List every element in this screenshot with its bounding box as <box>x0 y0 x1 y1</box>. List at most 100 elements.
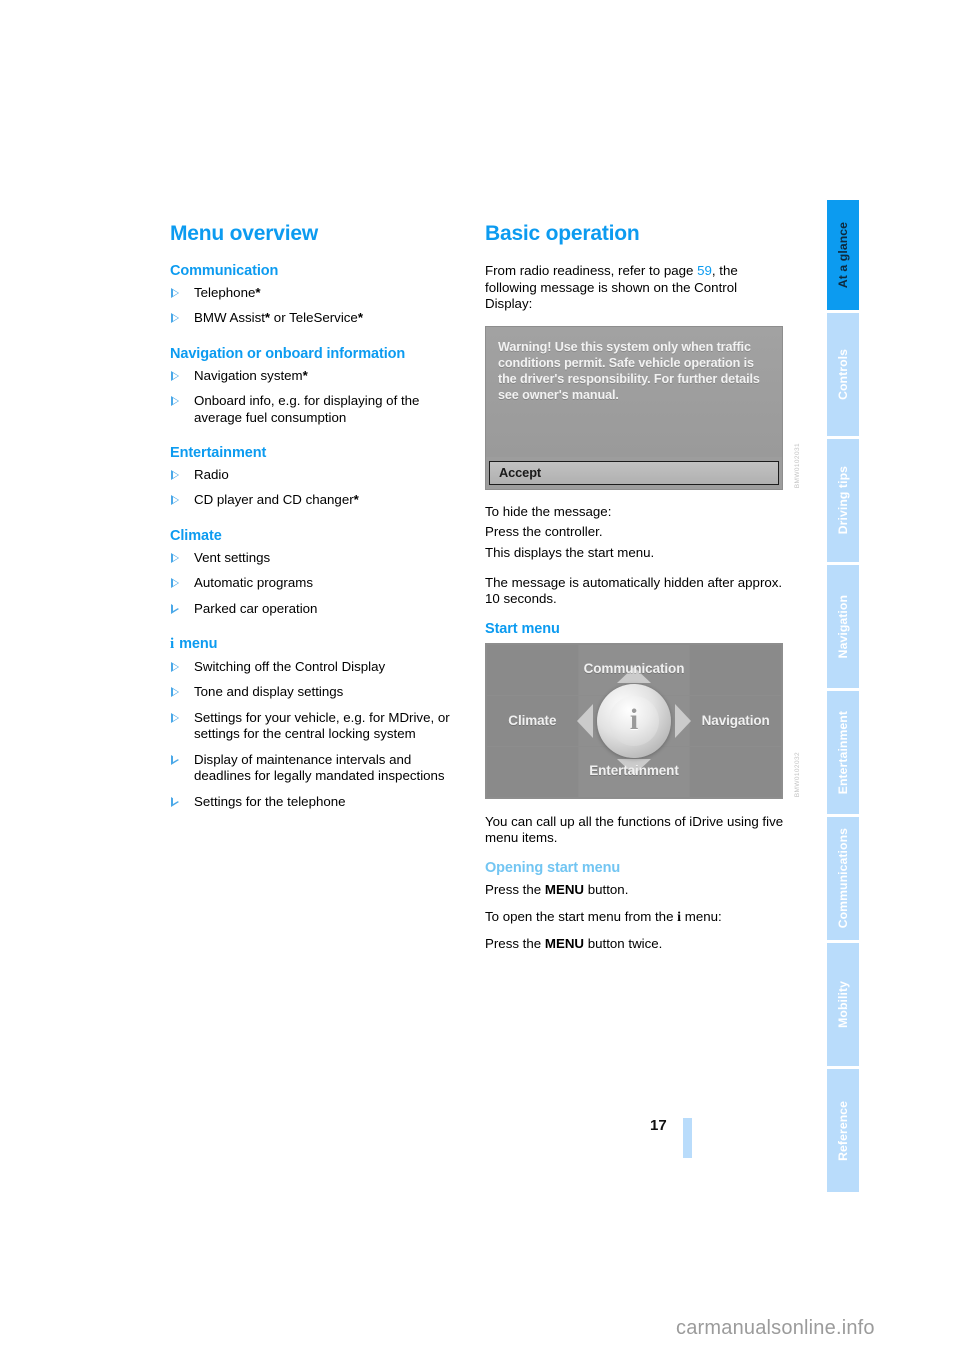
list-item: Radio <box>170 467 470 483</box>
list-item: Settings for your vehicle, e.g. for MDri… <box>170 710 470 743</box>
sidebar-tab-communications[interactable]: Communications <box>827 817 859 940</box>
opening-line-1: Press the MENU button. <box>485 882 785 899</box>
list-item: Navigation system* <box>170 368 470 384</box>
list-item-label: Display of maintenance intervals and dea… <box>194 751 445 784</box>
bullet-list: Switching off the Control Display Tone a… <box>170 659 470 810</box>
sidebar-tab-label: Driving tips <box>836 466 850 535</box>
group-heading-label: menu <box>179 636 218 653</box>
group-heading-i-menu: i menu <box>170 636 470 653</box>
sidebar-tab-label: Navigation <box>836 594 850 659</box>
group-communication: Communication Telephone* BMW Assist* or … <box>170 263 470 327</box>
triangle-bullet-icon <box>171 370 179 381</box>
opening-line-2-before: To open the start menu from the <box>485 908 678 924</box>
list-item-label: Radio <box>194 467 229 483</box>
sidebar-tab-label: Entertainment <box>836 710 850 795</box>
page-title: Menu overview <box>170 222 318 245</box>
group-i-menu: i menu Switching off the Control Display… <box>170 636 470 810</box>
list-item: Telephone* <box>170 285 470 301</box>
start-menu-item-communication[interactable]: Communication <box>578 644 690 695</box>
start-menu-item-navigation[interactable]: Navigation <box>690 695 781 746</box>
list-item: Onboard info, e.g. for displaying of the… <box>170 393 470 426</box>
menu-button-key: MENU <box>544 881 585 897</box>
sidebar-tab-entertainment[interactable]: Entertainment <box>827 691 859 814</box>
left-column: Menu overview Communication Telephone* B… <box>170 222 470 829</box>
group-heading: Navigation or onboard information <box>170 345 406 362</box>
sidebar-tab-label: Controls <box>836 349 850 400</box>
triangle-bullet-icon <box>171 754 179 765</box>
triangle-bullet-icon <box>171 796 179 807</box>
page-number-bar <box>683 1118 692 1158</box>
bullet-list: Vent settings Automatic programs Parked … <box>170 550 470 617</box>
start-menu-item-climate[interactable]: Climate <box>487 695 578 746</box>
start-menu-label-navigation: Navigation <box>701 713 770 729</box>
bullet-list: Radio CD player and CD changer* <box>170 467 470 509</box>
site-watermark: carmanualsonline.info <box>676 1317 875 1339</box>
triangle-bullet-icon <box>171 313 179 324</box>
sidebar-tab-mobility[interactable]: Mobility <box>827 943 859 1066</box>
page-reference-link[interactable]: 59 <box>697 263 712 278</box>
sidebar-tab-navigation[interactable]: Navigation <box>827 565 859 688</box>
triangle-bullet-icon <box>171 712 179 723</box>
bullet-list: Telephone* BMW Assist* or TeleService* <box>170 285 470 327</box>
hide-message-line-3: This displays the start menu. <box>485 544 655 560</box>
asterisk-marker: * <box>255 285 261 300</box>
group-heading: Communication <box>170 263 279 279</box>
manual-page: Menu overview Communication Telephone* B… <box>0 0 960 1358</box>
grid-cell-empty-br <box>690 746 781 797</box>
list-item-label: Settings for your vehicle, e.g. for MDri… <box>194 709 450 742</box>
sidebar-tab-at-a-glance[interactable]: At a glance <box>827 200 859 310</box>
triangle-bullet-icon <box>171 495 179 506</box>
hide-message-line-1: To hide the message: <box>485 503 612 519</box>
section-title-basic-operation: Basic operation <box>485 222 640 245</box>
grid-cell-empty-tr <box>690 644 781 695</box>
list-item-label-2: or TeleService <box>270 310 358 326</box>
list-item-label: Tone and display settings <box>194 684 344 700</box>
triangle-bullet-icon <box>171 662 179 673</box>
list-item-label: Settings for the telephone <box>194 793 346 809</box>
opening-line-3-before: Press the <box>485 936 545 952</box>
page-number: 17 <box>650 1117 667 1134</box>
chapter-tab-rail: At a glance Controls Driving tips Naviga… <box>827 200 859 1195</box>
opening-line-1-after: button. <box>584 881 629 897</box>
sidebar-tab-label: At a glance <box>836 221 850 289</box>
triangle-bullet-icon <box>171 552 179 563</box>
grid-cell-empty-bl <box>487 746 578 797</box>
list-item: Tone and display settings <box>170 684 470 700</box>
list-item-label: CD player and CD changer <box>194 492 354 508</box>
sidebar-tab-driving-tips[interactable]: Driving tips <box>827 439 859 562</box>
start-menu-grid: Communication Climate Navigation Enterta… <box>485 642 783 799</box>
start-menu-heading: Start menu <box>485 620 560 637</box>
list-item: Parked car operation <box>170 601 470 617</box>
opening-line-1-before: Press the <box>485 881 545 897</box>
hide-message-line-2: Press the controller. <box>485 524 603 540</box>
triangle-bullet-icon <box>171 470 179 481</box>
warning-message-text: Warning! Use this system only when traff… <box>498 339 760 403</box>
list-item-label: Vent settings <box>194 549 271 565</box>
sidebar-tab-controls[interactable]: Controls <box>827 313 859 436</box>
grid-cell-empty-tl <box>487 644 578 695</box>
triangle-bullet-icon <box>171 603 179 614</box>
list-item-label: Switching off the Control Display <box>194 659 386 675</box>
warning-message-area: Warning! Use this system only when traff… <box>486 326 782 457</box>
triangle-bullet-icon <box>171 687 179 698</box>
list-item-label: Automatic programs <box>194 575 313 591</box>
list-item: CD player and CD changer* <box>170 492 470 508</box>
opening-line-3: Press the MENU button twice. <box>485 936 785 953</box>
info-i-icon: i <box>170 636 175 653</box>
sidebar-tab-reference[interactable]: Reference <box>827 1069 859 1192</box>
start-menu-figure: Communication Climate Navigation Enterta… <box>485 642 801 799</box>
start-menu-item-entertainment[interactable]: Entertainment <box>578 746 690 797</box>
accept-button[interactable]: Accept <box>489 460 779 485</box>
list-item: BMW Assist* or TeleService* <box>170 310 470 326</box>
start-menu-center-cell <box>578 695 690 746</box>
asterisk-marker: * <box>302 367 308 383</box>
accept-button-label: Accept <box>499 465 542 481</box>
control-display-screen: Warning! Use this system only when traff… <box>485 325 783 490</box>
opening-line-2-after: menu: <box>681 908 722 924</box>
sidebar-tab-label: Mobility <box>836 981 850 1028</box>
opening-line-2: To open the start menu from the i menu: <box>485 909 785 927</box>
figure-id-caption: BMW0102031 <box>794 442 801 488</box>
list-item-label: Parked car operation <box>194 600 318 616</box>
bullet-list: Navigation system* Onboard info, e.g. fo… <box>170 368 470 426</box>
list-item: Vent settings <box>170 550 470 566</box>
